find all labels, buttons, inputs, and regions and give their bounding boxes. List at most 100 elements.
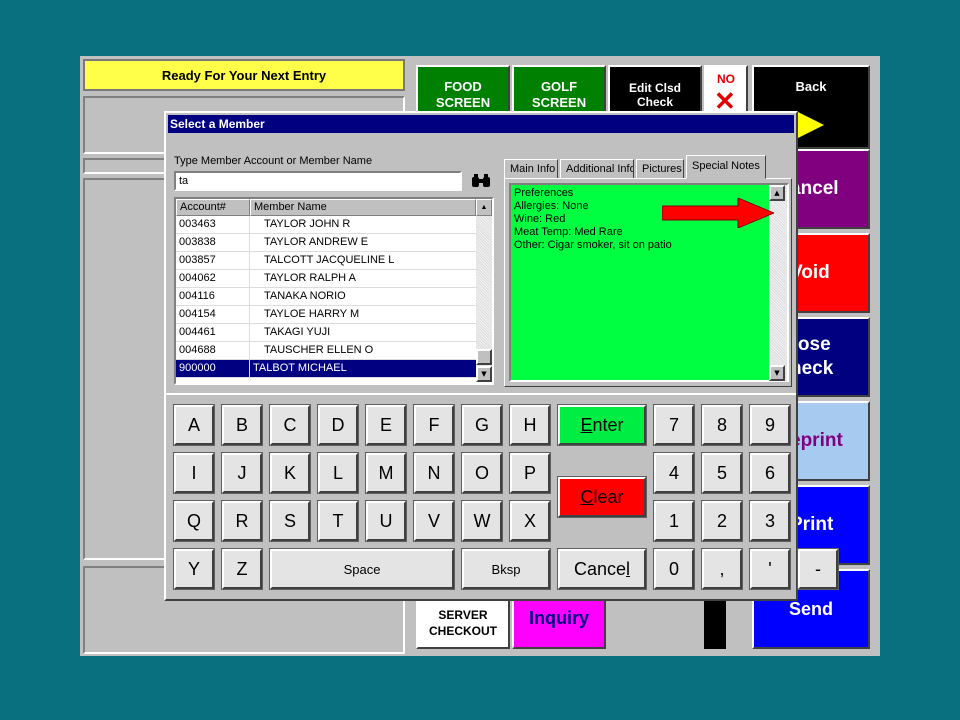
key-v[interactable]: V — [413, 500, 455, 542]
member-name: TAYLOE HARRY M — [264, 308, 360, 320]
key-r[interactable]: R — [221, 500, 263, 542]
cancel-key[interactable]: Cance l — [557, 548, 647, 590]
member-account: 004154 — [176, 306, 250, 323]
key-e[interactable]: E — [365, 404, 407, 446]
column-account[interactable]: Account# — [176, 199, 250, 216]
key-k[interactable]: K — [269, 452, 311, 494]
note-line: Other: Cigar smoker, sit on patio — [514, 239, 672, 251]
key-p[interactable]: P — [509, 452, 551, 494]
key-6[interactable]: 6 — [749, 452, 791, 494]
key-9[interactable]: 9 — [749, 404, 791, 446]
member-search-input[interactable] — [174, 171, 462, 191]
member-account: 003857 — [176, 252, 250, 269]
backspace-key[interactable]: Bksp — [461, 548, 551, 590]
key-dash[interactable]: - — [797, 548, 839, 590]
member-account: 004461 — [176, 324, 250, 341]
key-u[interactable]: U — [365, 500, 407, 542]
member-row[interactable]: 003463 TAYLOR JOHN R — [176, 216, 476, 234]
key-7[interactable]: 7 — [653, 404, 695, 446]
scroll-thumb[interactable] — [476, 349, 492, 365]
red-arrow-icon — [662, 198, 774, 228]
key-a[interactable]: A — [173, 404, 215, 446]
key-y[interactable]: Y — [173, 548, 215, 590]
tab-main-info[interactable]: Main Info — [504, 159, 558, 179]
key-0[interactable]: 0 — [653, 548, 695, 590]
keypad: A B C D E F G H I J K L M N O P Q R S T U V W X Y Z Space Bksp Enter… — [166, 393, 839, 599]
key-4[interactable]: 4 — [653, 452, 695, 494]
key-apostrophe[interactable]: ' — [749, 548, 791, 590]
member-account: 004116 — [176, 288, 250, 305]
member-account: 004688 — [176, 342, 250, 359]
member-account: 003838 — [176, 234, 250, 251]
key-c[interactable]: C — [269, 404, 311, 446]
key-5[interactable]: 5 — [701, 452, 743, 494]
member-row[interactable]: 004688 TAUSCHER ELLEN O — [176, 342, 476, 360]
key-3[interactable]: 3 — [749, 500, 791, 542]
key-o[interactable]: O — [461, 452, 503, 494]
status-bar: Ready For Your Next Entry — [83, 59, 405, 91]
clear-key[interactable]: Clear — [557, 476, 647, 518]
select-member-dialog: Select a Member Type Member Account or M… — [164, 111, 839, 601]
member-row[interactable]: 003838 TAYLOR ANDREW E — [176, 234, 476, 252]
scrollbar-track[interactable] — [476, 216, 492, 366]
enter-key[interactable]: Enter — [557, 404, 647, 446]
list-header: Account# Member Name ▲ — [176, 199, 492, 216]
tab-pictures[interactable]: Pictures — [636, 159, 684, 179]
key-h[interactable]: H — [509, 404, 551, 446]
search-label: Type Member Account or Member Name — [174, 155, 373, 167]
member-row[interactable]: 004154 TAYLOE HARRY M — [176, 306, 476, 324]
member-account: 003463 — [176, 216, 250, 233]
member-name: TAYLOR ANDREW E — [264, 236, 369, 248]
key-n[interactable]: N — [413, 452, 455, 494]
key-w[interactable]: W — [461, 500, 503, 542]
member-list: Account# Member Name ▲ 003463 TAYLOR JOHN… — [174, 197, 494, 385]
key-8[interactable]: 8 — [701, 404, 743, 446]
key-b[interactable]: B — [221, 404, 263, 446]
member-row[interactable]: 004062 TAYLOR RALPH A — [176, 270, 476, 288]
x-icon: ✕ — [714, 86, 736, 116]
member-name: TAYLOR JOHN R — [264, 218, 351, 230]
member-row[interactable]: 004461 TAKAGI YUJI — [176, 324, 476, 342]
tab-control: Main Info Additional Info Pictures Speci… — [504, 153, 792, 387]
list-rows: 003463 TAYLOR JOHN R 003838 TAYLOR ANDREW E… — [176, 216, 476, 378]
key-2[interactable]: 2 — [701, 500, 743, 542]
member-name: TANAKA NORIO — [264, 290, 346, 302]
scroll-up-icon[interactable]: ▲ — [476, 199, 492, 216]
member-account: 900000 — [176, 360, 250, 377]
member-name: TAKAGI YUJI — [264, 326, 331, 338]
tab-additional-info[interactable]: Additional Info — [560, 159, 634, 179]
key-f[interactable]: F — [413, 404, 455, 446]
key-comma[interactable]: , — [701, 548, 743, 590]
dialog-title: Select a Member — [168, 115, 794, 133]
notes-scroll-down-icon[interactable]: ▼ — [769, 365, 785, 381]
space-key[interactable]: Space — [269, 548, 455, 590]
member-name: TAUSCHER ELLEN O — [264, 344, 374, 356]
key-1[interactable]: 1 — [653, 500, 695, 542]
scroll-down-icon[interactable]: ▼ — [476, 366, 492, 382]
key-j[interactable]: J — [221, 452, 263, 494]
member-row[interactable]: 003857 TALCOTT JACQUELINE L — [176, 252, 476, 270]
tab-special-notes[interactable]: Special Notes — [686, 155, 766, 179]
key-x[interactable]: X — [509, 500, 551, 542]
key-g[interactable]: G — [461, 404, 503, 446]
pos-app: Ready For Your Next Entry FOOD SCREEN GO… — [80, 56, 880, 656]
key-s[interactable]: S — [269, 500, 311, 542]
member-row[interactable]: 900000 TALBOT MICHAEL — [176, 360, 476, 378]
key-q[interactable]: Q — [173, 500, 215, 542]
key-z[interactable]: Z — [221, 548, 263, 590]
back-label: Back — [795, 79, 827, 94]
key-t[interactable]: T — [317, 500, 359, 542]
member-name: TAYLOR RALPH A — [264, 272, 356, 284]
key-l[interactable]: L — [317, 452, 359, 494]
no-label: NO — [717, 72, 735, 86]
member-name: TALCOTT JACQUELINE L — [264, 254, 395, 266]
binoculars-icon[interactable] — [468, 171, 494, 191]
key-i[interactable]: I — [173, 452, 215, 494]
play-arrow-icon — [796, 111, 824, 139]
key-m[interactable]: M — [365, 452, 407, 494]
member-account: 004062 — [176, 270, 250, 287]
member-name: TALBOT MICHAEL — [253, 362, 347, 374]
column-member-name[interactable]: Member Name — [250, 199, 476, 216]
key-d[interactable]: D — [317, 404, 359, 446]
member-row[interactable]: 004116 TANAKA NORIO — [176, 288, 476, 306]
